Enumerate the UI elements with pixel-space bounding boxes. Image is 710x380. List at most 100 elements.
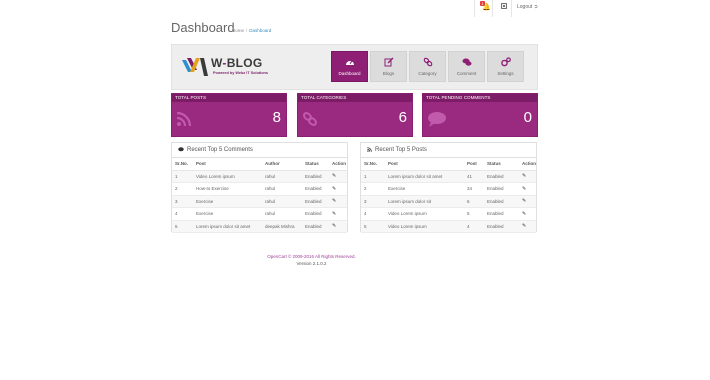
column-header: Sr.No. [172,158,193,171]
cell-author: rahul [262,195,302,208]
stat-label: TOTAL CATEGORIES [298,94,412,102]
stat-value: 6 [398,109,407,126]
stat-card-pending-comments[interactable]: TOTAL PENDING COMMENTS 0 [422,93,538,137]
table-row: 3 Lorem ipsum dolor sit 6 Enabled ✎ [361,195,536,208]
panel-title: Recent Top 5 Posts [375,147,427,153]
nav-blogs-label: Blogs [382,71,395,76]
expand-icon[interactable] [501,3,507,11]
table-row: 1 Video Lorem ipsum rahul Enabled ✎ [172,170,347,183]
cogs-icon [500,57,511,67]
topbar-divider [474,0,475,17]
rss-icon [367,147,372,152]
page-header: Dashboard Home / Dashboard [171,20,538,38]
cell-post: Exercise [193,195,262,208]
pencil-icon[interactable]: ✎ [522,173,526,179]
table-row: 5 Video Lorem ipsum 4 Enabled ✎ [361,220,536,233]
pencil-icon[interactable]: ✎ [332,223,336,229]
cell-status: Enabled [302,207,329,221]
sign-out-icon: ➲ [533,4,538,10]
cell-status: Enabled [484,207,519,221]
logout-label: Logout [517,4,533,10]
nav-comment-label: Comment [456,71,477,76]
column-header: Post [464,158,484,171]
pencil-icon[interactable]: ✎ [522,186,526,192]
cell-srno: 5 [172,220,193,233]
logo-mark-icon [182,58,208,76]
table-row: 2 How-to Exercise rahul Enabled ✎ [172,182,347,196]
cell-count: 4 [464,220,484,233]
dashboard-icon [345,60,354,65]
cell-srno: 4 [172,207,193,221]
pencil-icon[interactable]: ✎ [332,211,336,217]
cell-status: Enabled [302,182,329,196]
column-header: Action [519,158,536,171]
cell-post: How-to Exercise [193,182,262,196]
nav-dashboard-label: Dashboard [338,71,361,76]
panel-title: Recent Top 5 Comments [187,147,253,153]
recent-comments-panel: Recent Top 5 Comments Sr.No. Post Author… [171,142,348,233]
footer-version: Version 2.1.0.2 [296,261,327,266]
cell-post: Video Lorem ipsum [385,207,464,221]
cell-srno: 1 [172,170,193,183]
top-navbar: 🔔 1 Logout ➲ [0,0,710,17]
cell-post: Exercise [385,182,464,196]
cell-status: Enabled [484,170,519,183]
pencil-icon[interactable]: ✎ [522,223,526,229]
cell-post: Lorem ipsum dolor sit [385,195,464,208]
topbar-divider [511,0,512,17]
cell-status: Enabled [302,170,329,183]
cell-post: Lorem ipsum dolor sit amet [385,170,464,183]
cell-srno: 3 [361,195,385,208]
stat-value: 8 [272,109,281,126]
pencil-icon[interactable]: ✎ [522,211,526,217]
cell-post: Exercise [193,207,262,221]
cell-post: Video Lorem ipsum [193,170,262,183]
breadcrumb-dashboard[interactable]: Dashboard [249,28,271,33]
logo-tagline: Powered by Webz IT Solutions [213,71,268,75]
cell-srno: 5 [361,220,385,233]
rss-icon [176,111,192,127]
column-header: Author [262,158,302,171]
stat-card-total-categories[interactable]: TOTAL CATEGORIES 6 [297,93,413,137]
comment-icon [178,147,184,152]
cell-author: deepak Mishra [262,220,302,233]
nav-category-label: Category [418,71,437,76]
table-row: 3 Exercise rahul Enabled ✎ [172,195,347,208]
nav-comment-button[interactable]: Comment [448,51,485,82]
comments-icon [462,58,471,66]
header-banner: W-BLOG Powered by Webz IT Solutions Dash… [171,44,538,90]
cell-count: 6 [464,195,484,208]
breadcrumb: Home / Dashboard [232,28,272,33]
cell-srno: 3 [172,195,193,208]
page-title: Dashboard [171,20,235,35]
cell-status: Enabled [484,220,519,233]
cell-author: rahul [262,170,302,183]
nav-category-button[interactable]: Category [409,51,446,82]
table-row: 2 Exercise 34 Enabled ✎ [361,182,536,196]
pencil-icon[interactable]: ✎ [522,198,526,204]
stat-value: 0 [523,109,532,126]
recent-posts-panel: Recent Top 5 Posts Sr.No. Post Post Stat… [360,142,537,233]
pencil-icon[interactable]: ✎ [332,173,336,179]
pencil-icon[interactable]: ✎ [332,186,336,192]
cell-count: 41 [464,170,484,183]
nav-settings-button[interactable]: Settings [487,51,524,82]
footer-copyright[interactable]: OpenCart © 2009-2016 All Rights Reserved… [171,253,452,260]
column-header: Sr.No. [361,158,385,171]
pencil-icon[interactable]: ✎ [332,198,336,204]
stat-label: TOTAL PENDING COMMENTS [423,94,537,102]
logout-link[interactable]: Logout ➲ [517,4,538,10]
recent-posts-table: Sr.No. Post Post Status Action 1 Lorem ip… [361,158,536,233]
nav-dashboard-button[interactable]: Dashboard [331,51,368,82]
notification-badge: 1 [480,1,485,6]
nav-settings-label: Settings [497,71,514,76]
breadcrumb-home[interactable]: Home [232,28,244,33]
column-header: Post [193,158,262,171]
cell-author: rahul [262,182,302,196]
table-row: 4 Video Lorem ipsum 5 Enabled ✎ [361,207,536,221]
stat-card-total-posts[interactable]: TOTAL POSTS 8 [171,93,287,137]
stat-label: TOTAL POSTS [172,94,286,102]
cell-status: Enabled [484,195,519,208]
nav-blogs-button[interactable]: Blogs [370,51,407,82]
cell-post: Lorem ipsum dolor sit amet [193,220,262,233]
